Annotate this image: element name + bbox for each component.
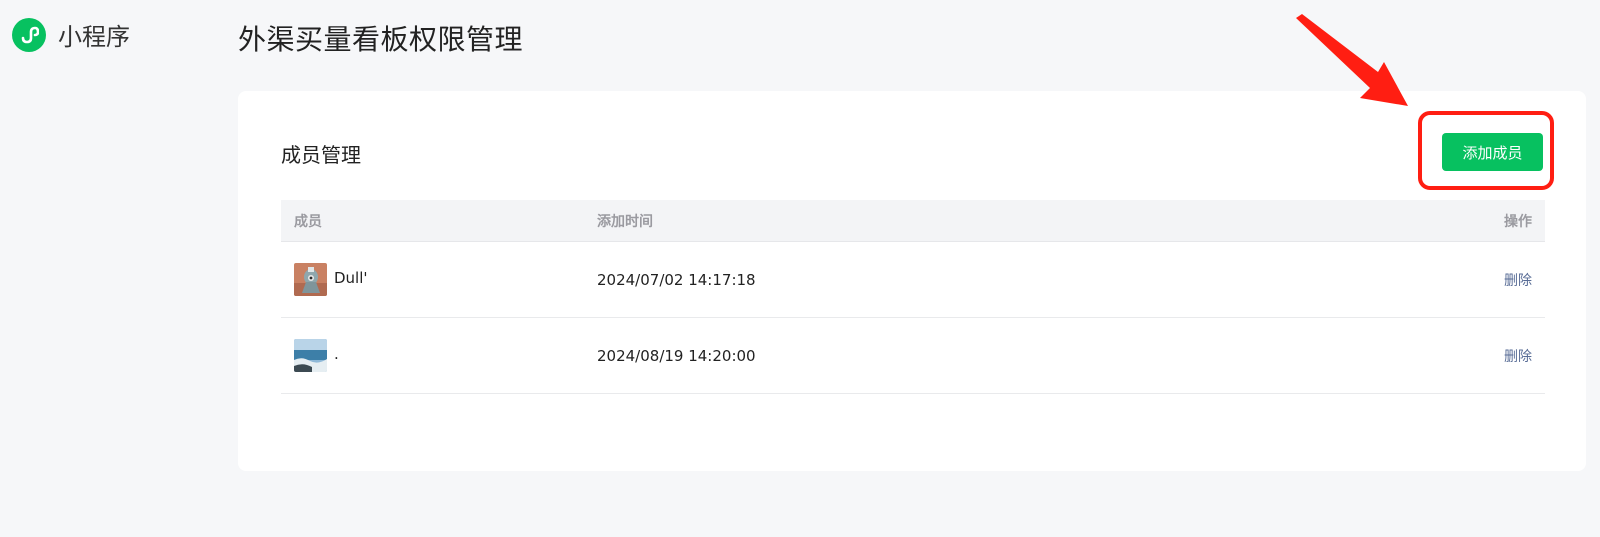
- app-logo: 小程序: [12, 17, 130, 52]
- add-member-button[interactable]: 添加成员: [1442, 133, 1543, 171]
- avatar: [294, 263, 327, 296]
- section-title: 成员管理: [281, 143, 361, 167]
- delete-link[interactable]: 删除: [1504, 273, 1532, 289]
- header-added-time: 添加时间: [597, 213, 653, 230]
- added-time: 2024/08/19 14:20:00: [597, 346, 756, 365]
- page-title: 外渠买量看板权限管理: [238, 23, 524, 56]
- added-time: 2024/07/02 14:17:18: [597, 270, 756, 289]
- table-row: Dull' 2024/07/02 14:17:18 删除: [281, 242, 1545, 318]
- delete-link[interactable]: 删除: [1504, 349, 1532, 365]
- avatar: [294, 339, 327, 372]
- member-cell: .: [281, 339, 597, 372]
- action-cell: 删除: [1417, 270, 1545, 290]
- header-action: 操作: [1504, 213, 1532, 230]
- member-name: .: [334, 345, 339, 363]
- member-table: 成员 添加时间 操作 Dull' 2024/07/02 14:17:18 删除 …: [281, 200, 1545, 394]
- action-cell: 删除: [1417, 346, 1545, 366]
- header-member: 成员: [294, 213, 322, 230]
- table-row: . 2024/08/19 14:20:00 删除: [281, 318, 1545, 394]
- member-management-panel: 成员管理 添加成员 成员 添加时间 操作 Dull' 2024/07/02 14…: [238, 91, 1586, 471]
- member-cell: Dull': [281, 263, 597, 296]
- app-name: 小程序: [58, 23, 130, 51]
- member-name: Dull': [334, 269, 368, 287]
- table-header: 成员 添加时间 操作: [281, 200, 1545, 242]
- mini-program-icon: [12, 17, 46, 52]
